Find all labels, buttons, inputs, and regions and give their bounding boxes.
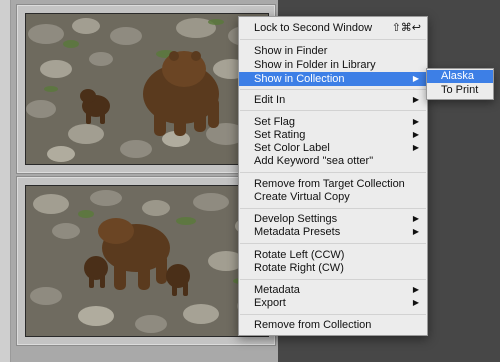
- menu-item-label: Metadata: [254, 284, 300, 296]
- menu-item-label: Show in Folder in Library: [254, 59, 376, 71]
- submenu-item-to-print[interactable]: To Print: [427, 84, 493, 97]
- menu-item-label: Show in Finder: [254, 45, 328, 57]
- bear-photo-thumbnail-1[interactable]: [25, 13, 269, 165]
- menu-separator: [240, 314, 426, 315]
- menu-item-label: Set Flag: [254, 116, 295, 128]
- menu-item-show-in-folder[interactable]: Show in Folder in Library: [239, 58, 427, 72]
- menu-item-create-virtual-copy[interactable]: Create Virtual Copy: [239, 190, 427, 204]
- submenu-arrow-icon: ▶: [412, 74, 419, 83]
- context-menu: Lock to Second Window ⇧⌘↩ Show in Finder…: [238, 16, 428, 336]
- menu-item-label: Edit In: [254, 94, 286, 106]
- submenu-arrow-icon: ▶: [412, 298, 419, 307]
- bear-photo-thumbnail-2[interactable]: [25, 185, 269, 337]
- menu-item-set-flag[interactable]: Set Flag ▶: [239, 115, 427, 129]
- collection-submenu: Alaska To Print: [426, 68, 494, 100]
- menu-item-label: Set Color Label: [254, 142, 330, 154]
- keyboard-shortcut: ⇧⌘↩: [391, 22, 421, 34]
- submenu-arrow-icon: ▶: [412, 130, 419, 139]
- menu-separator: [240, 39, 426, 40]
- submenu-arrow-icon: ▶: [412, 95, 419, 104]
- menu-item-add-keyword[interactable]: Add Keyword "sea otter": [239, 154, 427, 168]
- menu-item-set-color-label[interactable]: Set Color Label ▶: [239, 141, 427, 155]
- menu-item-lock-to-second-window[interactable]: Lock to Second Window ⇧⌘↩: [239, 21, 427, 35]
- menu-item-label: Add Keyword "sea otter": [254, 155, 374, 167]
- menu-item-label: Rotate Left (CCW): [254, 249, 345, 261]
- menu-item-metadata[interactable]: Metadata ▶: [239, 283, 427, 297]
- menu-item-rotate-left[interactable]: Rotate Left (CCW): [239, 248, 427, 262]
- menu-item-show-in-finder[interactable]: Show in Finder: [239, 44, 427, 58]
- menu-item-label: Remove from Collection: [254, 319, 372, 331]
- menu-item-edit-in[interactable]: Edit In ▶: [239, 93, 427, 107]
- grid-cell-1[interactable]: [16, 4, 276, 174]
- menu-item-metadata-presets[interactable]: Metadata Presets ▶: [239, 225, 427, 239]
- menu-item-label: Create Virtual Copy: [254, 191, 350, 203]
- menu-item-label: Show in Collection: [254, 73, 345, 85]
- menu-item-remove-from-collection[interactable]: Remove from Collection: [239, 318, 427, 332]
- submenu-arrow-icon: ▶: [412, 143, 419, 152]
- menu-item-show-in-collection[interactable]: Show in Collection ▶: [239, 72, 427, 86]
- menu-item-export[interactable]: Export ▶: [239, 296, 427, 310]
- menu-item-label: Remove from Target Collection: [254, 178, 405, 190]
- submenu-item-alaska[interactable]: Alaska: [427, 70, 493, 83]
- menu-item-set-rating[interactable]: Set Rating ▶: [239, 128, 427, 142]
- menu-item-rotate-right[interactable]: Rotate Right (CW): [239, 261, 427, 275]
- menu-item-label: Export: [254, 297, 286, 309]
- submenu-item-label: To Print: [441, 84, 479, 96]
- menu-separator: [240, 243, 426, 244]
- menu-item-develop-settings[interactable]: Develop Settings ▶: [239, 212, 427, 226]
- menu-item-label: Develop Settings: [254, 213, 338, 225]
- menu-item-label: Metadata Presets: [254, 226, 341, 238]
- menu-item-remove-from-target-collection[interactable]: Remove from Target Collection: [239, 177, 427, 191]
- submenu-arrow-icon: ▶: [412, 117, 419, 126]
- submenu-arrow-icon: ▶: [412, 285, 419, 294]
- menu-separator: [240, 172, 426, 173]
- menu-separator: [240, 110, 426, 111]
- left-panel-edge: [0, 0, 11, 362]
- menu-separator: [240, 89, 426, 90]
- grid-cell-2[interactable]: [16, 176, 276, 346]
- menu-item-label: Rotate Right (CW): [254, 262, 344, 274]
- submenu-arrow-icon: ▶: [412, 227, 419, 236]
- submenu-arrow-icon: ▶: [412, 214, 419, 223]
- menu-item-label: Lock to Second Window: [254, 22, 373, 34]
- menu-separator: [240, 279, 426, 280]
- menu-separator: [240, 208, 426, 209]
- menu-item-label: Set Rating: [254, 129, 306, 141]
- submenu-item-label: Alaska: [441, 70, 475, 82]
